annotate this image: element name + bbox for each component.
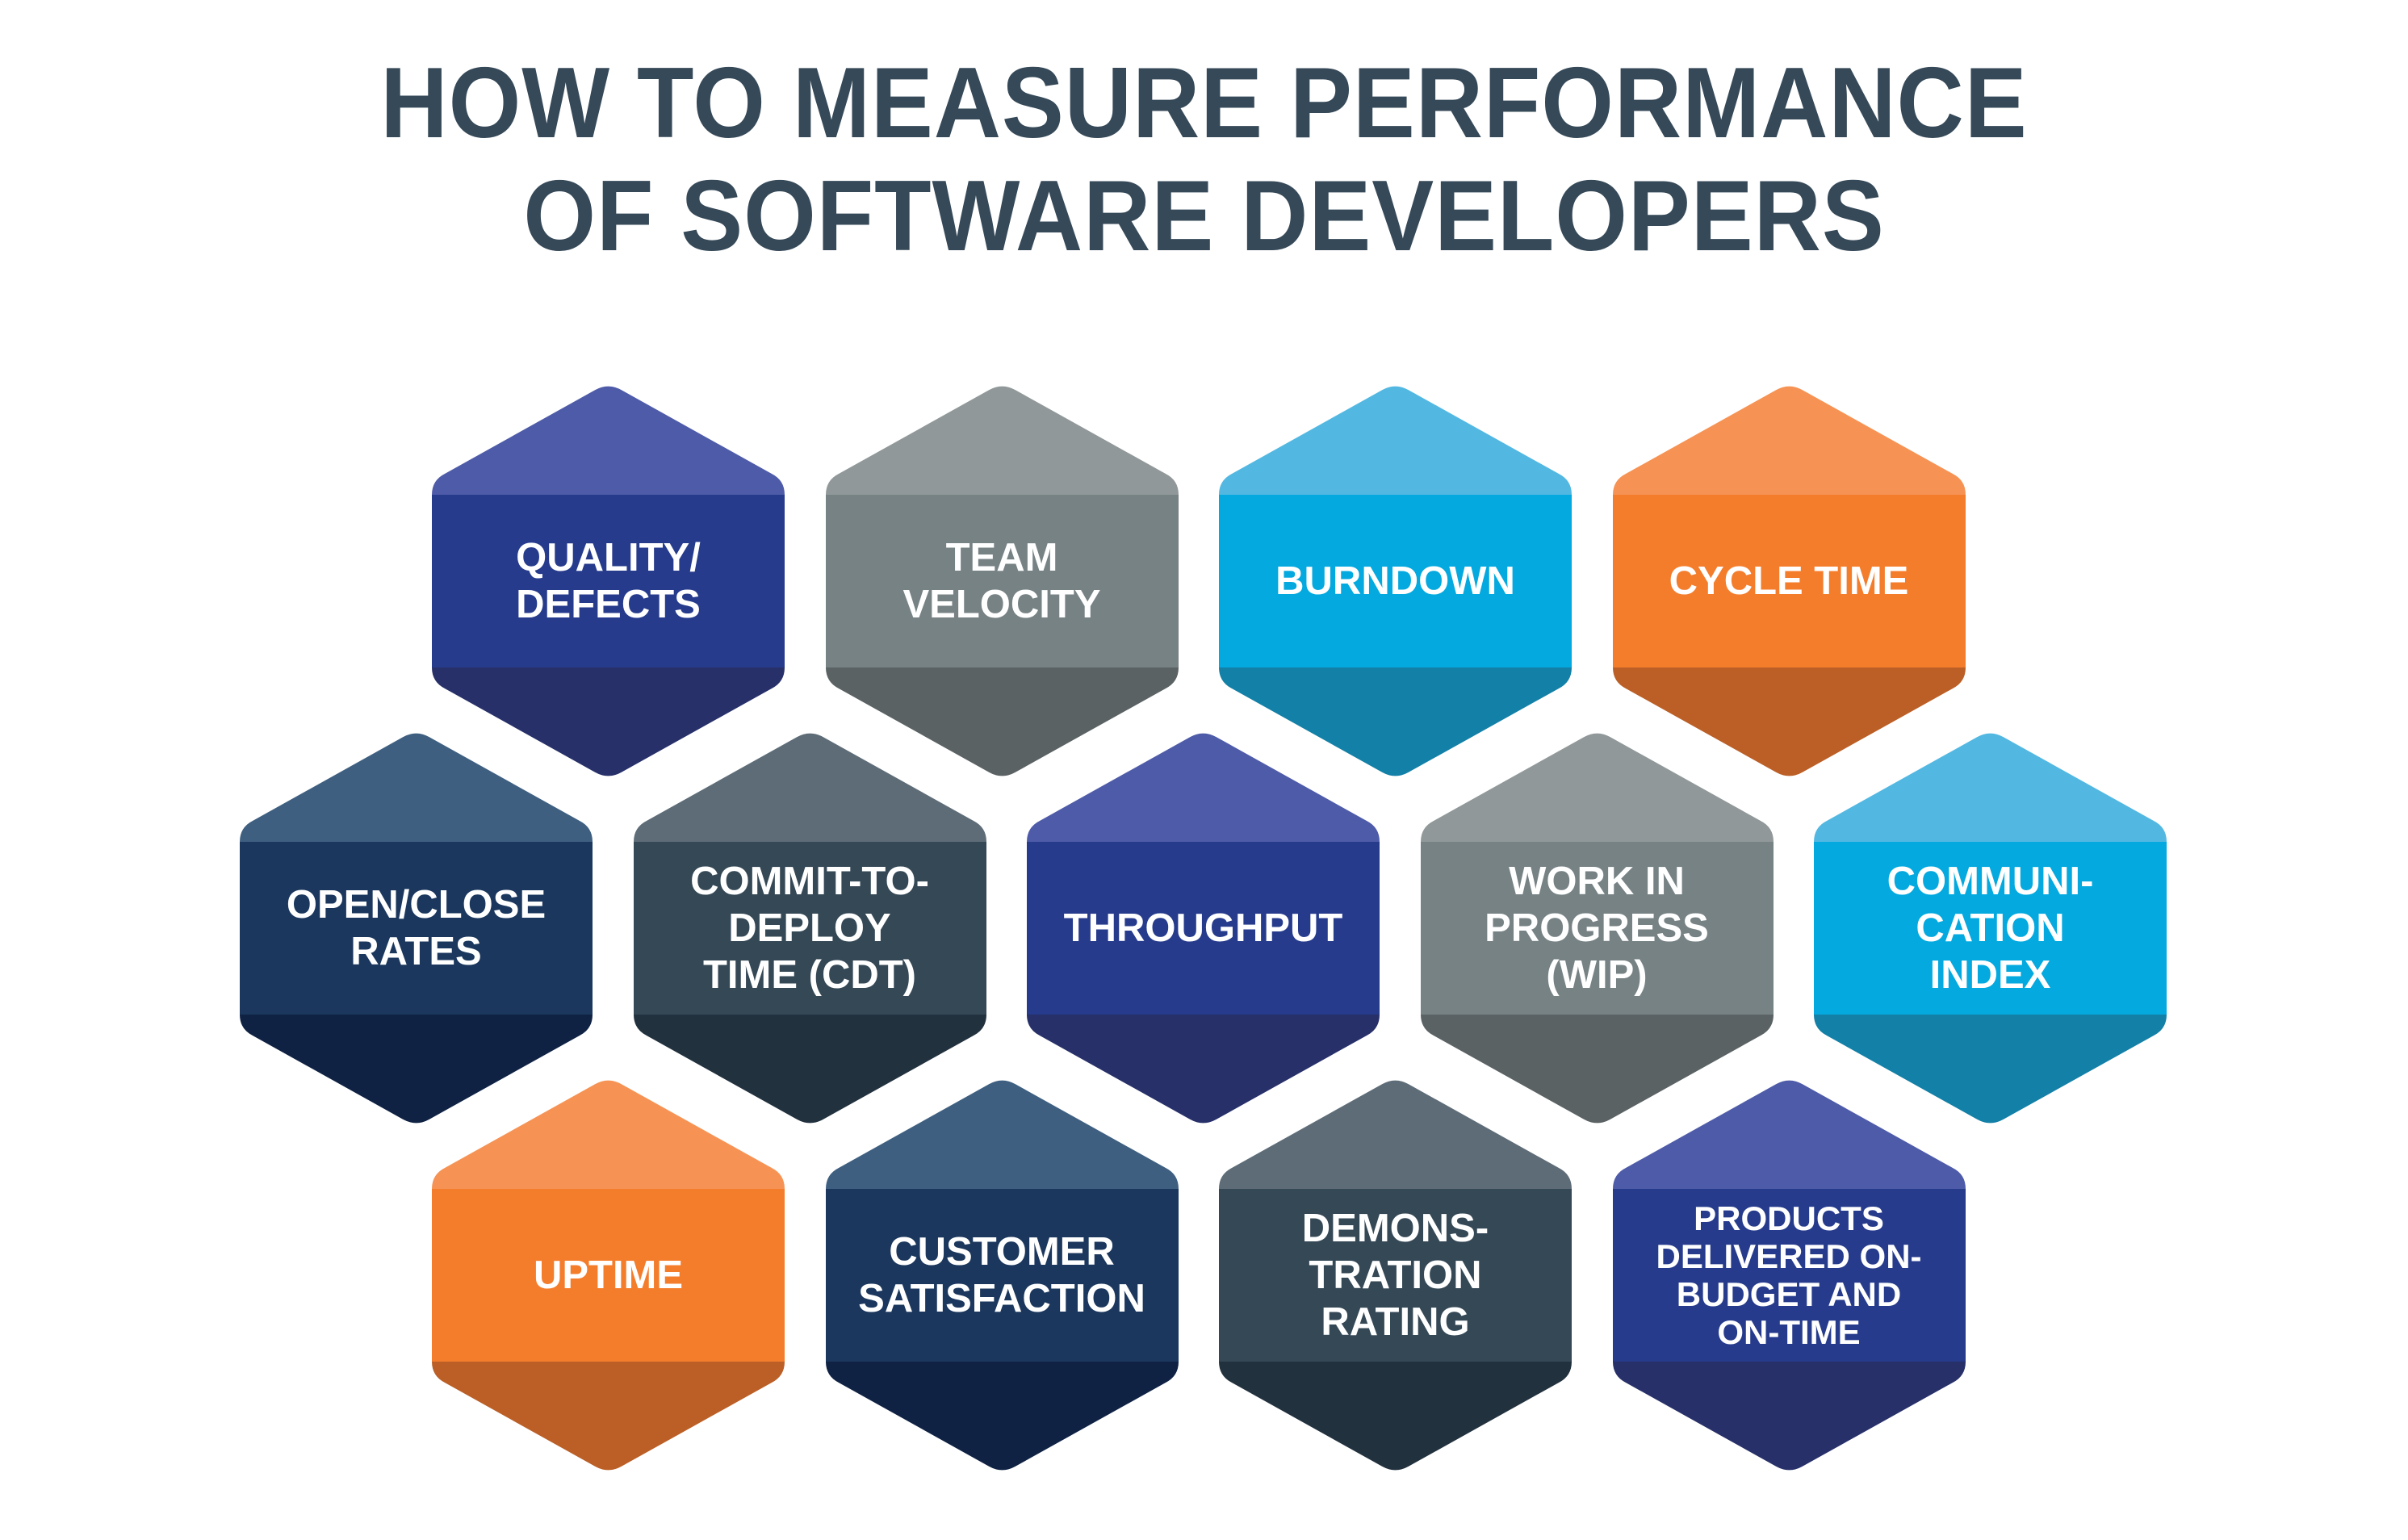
- hexagon-bottom-band: [1612, 1362, 1966, 1471]
- metric-label-line: RATES: [350, 930, 482, 973]
- metric-label-line: UPTIME: [533, 1253, 684, 1297]
- metric-label-line: BUDGET AND: [1676, 1275, 1902, 1313]
- hexagon-bottom-band: [825, 1362, 1179, 1471]
- hexagon-top-band: [825, 386, 1179, 495]
- hexagon-top-band: [825, 1080, 1179, 1189]
- metric-label-line: RATING: [1321, 1300, 1470, 1344]
- metric-label: WORK IN PROGRESS (WIP): [1437, 842, 1757, 1015]
- metric-hexagon: CYCLE TIME: [1612, 383, 1966, 779]
- hexagon-top-band: [432, 386, 785, 495]
- hexagon-top-band: [432, 1080, 785, 1189]
- metric-label-line: CUSTOMER: [889, 1230, 1115, 1274]
- hexagon-bottom-band: [432, 1362, 785, 1471]
- metric-label-line: ON-TIME: [1717, 1313, 1861, 1351]
- hexagon-top-band: [1420, 733, 1774, 842]
- metric-label-line: DEFECTS: [516, 583, 701, 626]
- title-line-1: HOW TO MEASURE PERFORMANCE: [380, 48, 2028, 159]
- metric-label-line: OPEN/CLOSE: [286, 883, 547, 927]
- metric-label-line: TIME (CDT): [703, 953, 916, 997]
- metric-label-line: PROGRESS: [1485, 906, 1709, 950]
- metric-label-line: COMMIT-TO-: [690, 860, 929, 903]
- metric-label-line: PRODUCTS: [1694, 1199, 1884, 1237]
- metric-label-line: CYCLE TIME: [1669, 559, 1909, 603]
- metric-hexagon: COMMUNI- CATION INDEX: [1814, 730, 2167, 1126]
- metric-label-line: CATION: [1916, 906, 2065, 950]
- metric-label-line: COMMUNI-: [1887, 860, 2094, 903]
- metric-label-line: VELOCITY: [902, 583, 1101, 626]
- metric-label: COMMUNI- CATION INDEX: [1830, 842, 2150, 1015]
- metric-hexagon: QUALITY/DEFECTS: [432, 383, 785, 779]
- hexagon-top-band: [1027, 733, 1380, 842]
- metric-hexagon: OPEN/CLOSE RATES: [240, 730, 593, 1126]
- metric-label: CUSTOMER SATISFACTION: [842, 1189, 1162, 1362]
- metric-label: TEAM VELOCITY: [842, 495, 1162, 667]
- metric-hexagon: WORK IN PROGRESS (WIP): [1420, 730, 1774, 1126]
- metric-hexagon: COMMIT-TO- DEPLOY TIME (CDT): [633, 730, 986, 1126]
- metric-label: DEMONS- TRATION RATING: [1235, 1189, 1556, 1362]
- metric-label-line: WORK IN: [1509, 860, 1685, 903]
- metric-label-line: TEAM: [945, 536, 1058, 580]
- metric-label-line: SATISFACTION: [858, 1277, 1145, 1320]
- hexagon-top-band: [240, 733, 593, 842]
- metric-label-line: DEMONS-: [1301, 1207, 1489, 1250]
- hexagon-bottom-band: [1219, 1362, 1572, 1471]
- metric-label: THROUGHPUT: [1043, 842, 1363, 1015]
- hexagon-top-band: [1219, 1080, 1572, 1189]
- hexagon-top-band: [1814, 733, 2167, 842]
- metric-label: CYCLE TIME: [1629, 495, 1949, 667]
- metric-label-line: (WIP): [1546, 953, 1648, 997]
- metric-label: OPEN/CLOSE RATES: [256, 842, 576, 1015]
- metric-hexagon: CUSTOMER SATISFACTION: [825, 1078, 1179, 1473]
- hexagon-top-band: [1219, 386, 1572, 495]
- metric-label: UPTIME: [448, 1189, 768, 1362]
- hexagon-top-band: [633, 733, 986, 842]
- metric-label-line: DEPLOY: [728, 906, 891, 950]
- hexagon-top-band: [1612, 386, 1966, 495]
- title-line-2: OF SOFTWARE DEVELOPERS: [523, 161, 1885, 272]
- metric-label-line: BURNDOWN: [1275, 559, 1515, 603]
- metric-hexagon: PRODUCTS DELIVERED ON- BUDGET AND ON-TIME: [1612, 1078, 1966, 1473]
- metric-hexagon: DEMONS- TRATION RATING: [1219, 1078, 1572, 1473]
- hexagon-top-band: [1612, 1080, 1966, 1189]
- page-title: HOW TO MEASURE PERFORMANCE OF SOFTWARE D…: [84, 47, 2323, 273]
- metric-label-line: QUALITY/: [516, 536, 701, 580]
- metric-label: QUALITY/DEFECTS: [448, 495, 768, 667]
- metric-hexagon: THROUGHPUT: [1027, 730, 1380, 1126]
- metric-label-line: THROUGHPUT: [1063, 906, 1343, 950]
- metric-label-line: INDEX: [1929, 953, 2051, 997]
- metric-label-line: DELIVERED ON-: [1656, 1237, 1922, 1275]
- metric-label: BURNDOWN: [1235, 495, 1556, 667]
- metric-hexagon: BURNDOWN: [1219, 383, 1572, 779]
- metric-label: PRODUCTS DELIVERED ON- BUDGET AND ON-TIME: [1629, 1189, 1949, 1362]
- metric-hexagon: TEAM VELOCITY: [825, 383, 1179, 779]
- metric-label: COMMIT-TO- DEPLOY TIME (CDT): [650, 842, 970, 1015]
- metric-hexagon: UPTIME: [432, 1078, 785, 1473]
- metric-label-line: TRATION: [1309, 1253, 1482, 1297]
